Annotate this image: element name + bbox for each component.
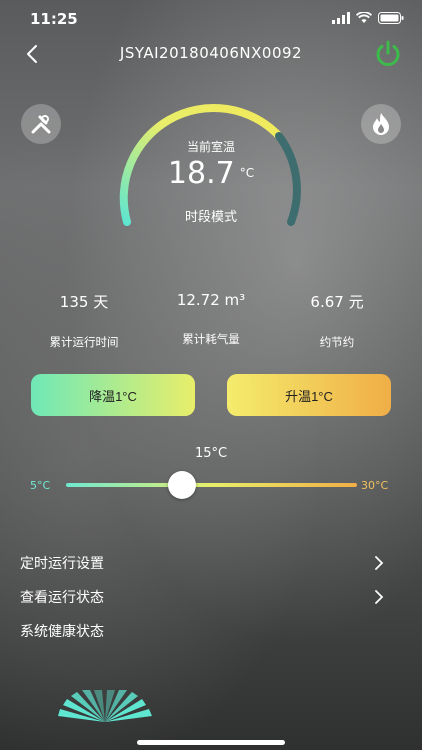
fire-icon [373, 113, 389, 135]
stat-value: 12.72 m³ [176, 291, 246, 309]
stat-value: 135 天 [59, 293, 109, 311]
menu-item-status[interactable]: 查看运行状态 [20, 585, 385, 609]
room-temp: 18.7 °C [0, 156, 422, 191]
home-indicator[interactable] [137, 740, 285, 745]
decrease-temp-button[interactable]: 降温1°C [31, 374, 195, 416]
battery-icon [378, 12, 404, 24]
status-icons [332, 12, 404, 24]
stat-label: 累计耗气量 [182, 332, 240, 346]
page-title: JSYAI20180406NX0092 [119, 44, 303, 62]
slider-track[interactable] [66, 483, 357, 487]
menu-item-label: 查看运行状态 [20, 590, 104, 606]
stat-gas-usage: 12.72 m³ 累计耗气量 [141, 291, 281, 347]
signal-icon [332, 12, 350, 24]
room-temp-value: 18.7 [167, 156, 235, 191]
menu-item-label: 系统健康状态 [20, 624, 104, 640]
room-temp-label: 当前室温 [186, 140, 235, 154]
increase-temp-button[interactable]: 升温1°C [227, 374, 391, 416]
mode-label: 时段模式 [184, 210, 237, 225]
stat-label: 累计运行时间 [49, 335, 119, 349]
slider-max-label: 30°C [361, 479, 389, 492]
tools-icon [31, 115, 51, 134]
wifi-icon [356, 12, 372, 23]
power-icon[interactable] [372, 38, 404, 70]
room-temp-unit: °C [239, 166, 255, 180]
fan-icon [58, 690, 152, 722]
slider-thumb[interactable] [168, 471, 197, 499]
stat-savings: 6.67 元 约节约 [267, 291, 407, 350]
menu-item-schedule[interactable]: 定时运行设置 [20, 551, 385, 575]
stat-label: 约节约 [319, 335, 355, 349]
menu-item-label: 定时运行设置 [20, 556, 104, 572]
stat-value: 6.67 元 [310, 293, 364, 311]
menu-item-health[interactable]: 系统健康状态 [20, 619, 385, 643]
slider-value-label: 15°C [194, 446, 228, 461]
status-time: 11:25 [30, 10, 78, 28]
stat-runtime: 135 天 累计运行时间 [14, 291, 154, 350]
slider-min-label: 5°C [30, 479, 51, 492]
chevron-right-icon [375, 590, 384, 604]
chevron-right-icon [375, 556, 384, 570]
